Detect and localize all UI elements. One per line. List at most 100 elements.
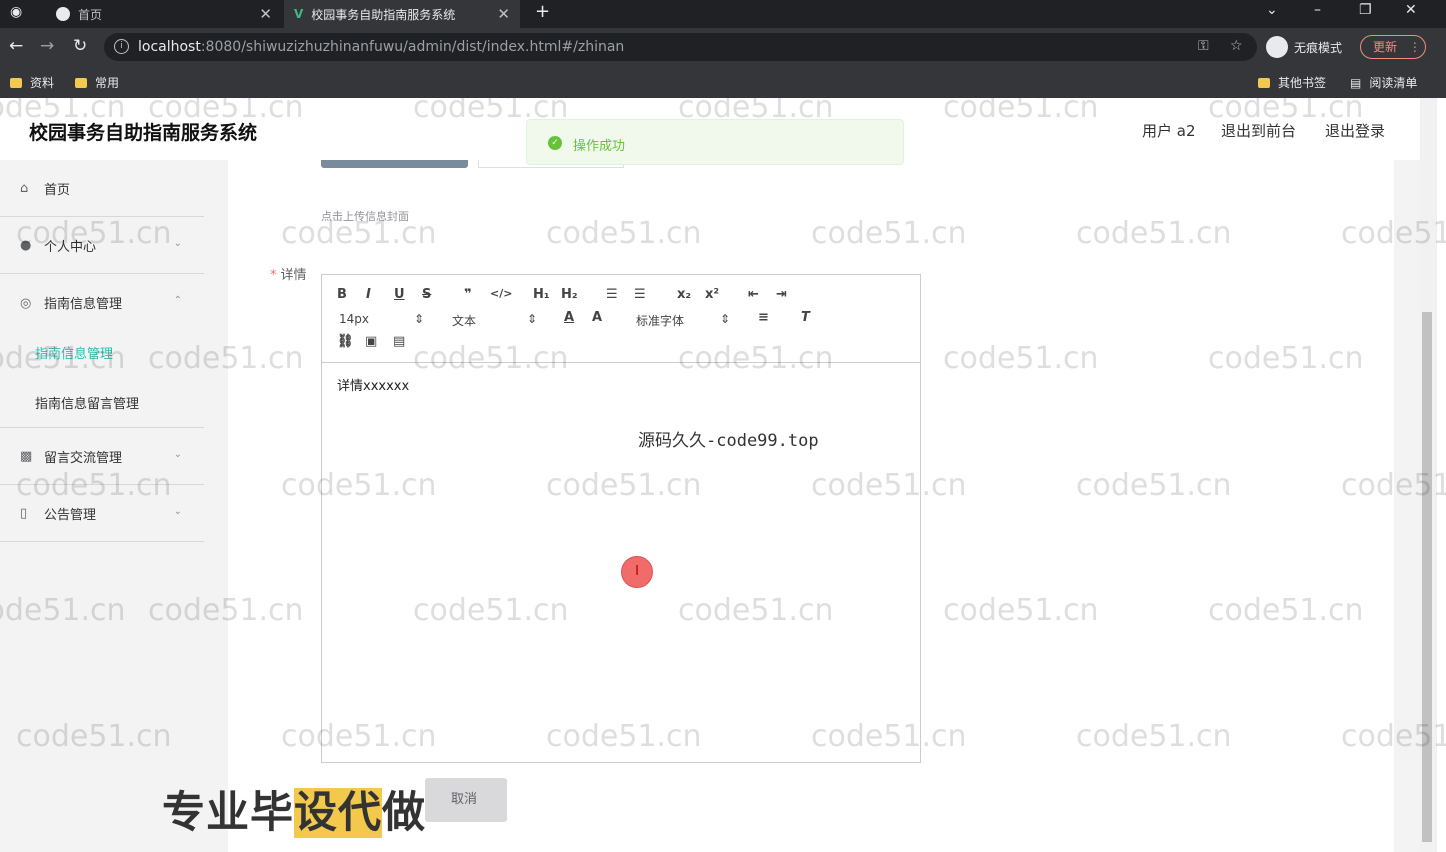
watermark: code51.cn (0, 593, 126, 628)
source-overlay-text: 源码久久-code99.top (638, 431, 819, 451)
select-arrows-icon: ⇕ (720, 312, 731, 326)
tab-search-icon[interactable]: ⌄ (1266, 2, 1278, 18)
new-tab-icon[interactable]: + (535, 1, 550, 22)
editor-content[interactable]: 详情xxxxxx (337, 375, 409, 394)
cursor-indicator-icon: I (621, 556, 653, 588)
compass-icon: ◎ (20, 295, 32, 311)
bookmark-folder[interactable]: 常用 (75, 74, 119, 91)
close-icon[interactable]: ✕ (497, 5, 510, 23)
align-icon[interactable]: ≡ (758, 310, 769, 325)
watermark: code51.cn (413, 341, 569, 376)
user-label: 用户 a2 (1142, 122, 1196, 140)
ordered-list-icon[interactable]: ☰ (606, 287, 618, 302)
minimize-icon[interactable]: – (1314, 2, 1321, 18)
indent-icon[interactable]: ⇥ (776, 287, 787, 302)
watermark: code51.cn (16, 216, 172, 251)
tab-system[interactable]: V 校园事务自助指南服务系统 ✕ (284, 0, 520, 28)
subscript-icon[interactable]: x₂ (677, 287, 691, 302)
success-toast: ✓ 操作成功 (526, 119, 904, 165)
watermark: code51.cn (811, 216, 967, 251)
font-size-select[interactable]: 14px (339, 312, 369, 326)
watermark: code51.cn (0, 341, 126, 376)
reload-icon[interactable]: ↻ (73, 36, 87, 56)
chevron-down-icon: ⌄ (173, 238, 182, 249)
blockquote-icon[interactable]: ❞ (464, 287, 472, 302)
watermark: code51.cn (281, 719, 437, 754)
watermark: code51.cn (546, 468, 702, 503)
bookmark-folder[interactable]: 资料 (10, 74, 54, 91)
watermark: code51.cn (943, 341, 1099, 376)
promo-overlay: 专业毕设代做 (162, 788, 426, 838)
chart-icon: ▩ (20, 449, 33, 464)
reading-list-icon: ▤ (1350, 75, 1362, 90)
font-family-select[interactable]: 标准字体 (636, 312, 684, 329)
check-circle-icon: ✓ (548, 136, 562, 150)
code-block-icon[interactable]: </> (490, 287, 512, 300)
select-arrows-icon: ⇕ (527, 312, 538, 326)
home-icon: ⌂ (20, 181, 29, 196)
vue-icon: V (294, 7, 304, 21)
watermark: code51.cn (1341, 216, 1446, 251)
restore-icon[interactable]: ❐ (1359, 2, 1372, 18)
address-bar[interactable]: i localhost:8080/shiwuzizhuzhinanfuwu/ad… (104, 33, 1257, 61)
watermark: code51.cn (281, 216, 437, 251)
reading-list[interactable]: ▤ 阅读清单 (1350, 74, 1417, 91)
superscript-icon[interactable]: x² (705, 287, 719, 302)
scrollbar-thumb[interactable] (1422, 312, 1432, 842)
header2-icon[interactable]: H₂ (561, 287, 578, 302)
chrome-menu-icon[interactable]: ◉ (10, 4, 22, 20)
outdent-icon[interactable]: ⇤ (748, 287, 759, 302)
watermark: code51.cn (943, 593, 1099, 628)
watermark: code51.cn (1076, 216, 1232, 251)
info-icon[interactable]: i (114, 39, 129, 54)
bookmark-folder-other[interactable]: 其他书签 (1258, 74, 1326, 91)
sidebar-item-home[interactable]: ⌂ 首页 (0, 160, 204, 217)
block-format-select[interactable]: 文本 (452, 312, 476, 329)
bookmarks-bar: 资料 常用 其他书签 ▤ 阅读清单 (0, 66, 1446, 98)
watermark: code51.cn (413, 593, 569, 628)
watermark: code51.cn (1076, 719, 1232, 754)
sidebar-item-guide[interactable]: ◎ 指南信息管理 ⌃ (0, 274, 204, 331)
link-icon[interactable]: ⛓ (337, 334, 354, 349)
header1-icon[interactable]: H₁ (533, 287, 550, 302)
detail-label: * 详情 (270, 268, 307, 283)
incognito-indicator[interactable]: 无痕模式 (1266, 34, 1342, 60)
chevron-down-icon: ⌄ (173, 506, 182, 517)
watermark: code51.cn (546, 216, 702, 251)
back-icon[interactable]: ← (9, 36, 23, 56)
key-icon[interactable]: ⚿ (1198, 38, 1209, 54)
watermark: code51.cn (678, 593, 834, 628)
watermark: code51.cn (16, 468, 172, 503)
star-icon[interactable]: ☆ (1230, 38, 1243, 54)
tab-home[interactable]: 首页 ✕ (46, 0, 282, 28)
bold-icon[interactable]: B (337, 287, 347, 302)
video-icon[interactable]: ▤ (393, 334, 405, 349)
background-color-icon[interactable]: A (592, 310, 602, 325)
toast-message: 操作成功 (573, 139, 626, 154)
folder-icon (1258, 77, 1270, 88)
window-close-icon[interactable]: ✕ (1405, 2, 1417, 18)
italic-icon[interactable]: I (366, 287, 371, 302)
clear-format-icon[interactable]: T (801, 310, 810, 325)
sidebar-subitem-guide-messages[interactable]: 指南信息留言管理 (35, 393, 139, 412)
bullet-list-icon[interactable]: ☰ (634, 287, 646, 302)
watermark: code51.cn (148, 341, 304, 376)
font-color-icon[interactable]: A (564, 310, 574, 325)
strike-icon[interactable]: S (422, 287, 431, 302)
chevron-up-icon: ⌃ (173, 295, 182, 306)
update-button[interactable]: 更新 ⋮ (1360, 35, 1426, 59)
notice-icon: ▯ (20, 506, 28, 521)
app-page: 校园事务自助指南服务系统 用户 a2 退出到前台 退出登录 ⌂ 首页 ● 个人中… (0, 98, 1446, 852)
forward-icon[interactable]: → (40, 36, 54, 56)
folder-icon (10, 77, 22, 88)
folder-icon (75, 77, 87, 88)
cancel-button[interactable]: 取消 (425, 778, 507, 822)
close-icon[interactable]: ✕ (259, 5, 272, 23)
watermark: code51.cn (413, 98, 569, 125)
watermark: code51.cn (546, 719, 702, 754)
underline-icon[interactable]: U (394, 287, 405, 302)
watermark: code51.cn (148, 593, 304, 628)
image-icon[interactable]: ▣ (365, 334, 377, 349)
browser-tab-bar: ◉ 首页 ✕ V 校园事务自助指南服务系统 ✕ + ⌄ – ❐ ✕ (0, 0, 1446, 28)
cover-image-thumb[interactable] (321, 160, 468, 168)
